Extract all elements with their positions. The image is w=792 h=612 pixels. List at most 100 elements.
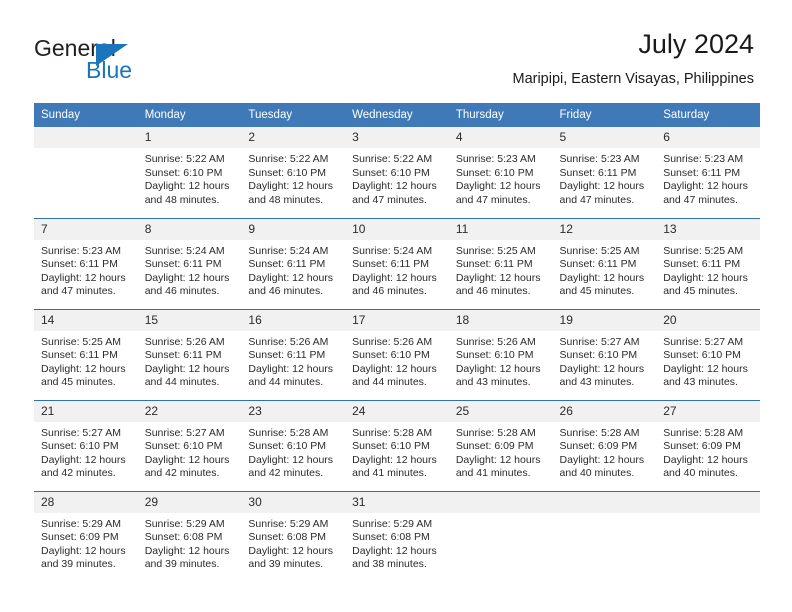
- calendar-day-cell[interactable]: 16 Sunrise: 5:26 AM Sunset: 6:11 PM Dayligh…: [241, 308, 346, 400]
- calendar-day-cell[interactable]: 10 Sunrise: 5:24 AM Sunset: 6:11 PM Dayligh…: [345, 217, 449, 309]
- calendar-day-cell[interactable]: 23 Sunrise: 5:28 AM Sunset: 6:10 PM Dayligh…: [241, 399, 346, 491]
- daylight-text-cont: and 42 minutes.: [41, 467, 116, 480]
- daylight-text-cont: and 44 minutes.: [144, 376, 220, 389]
- day-sun-info: Sunrise: 5:28 AM Sunset: 6:09 PM Daylight:…: [449, 422, 553, 481]
- sunset-text: Sunset: 6:10 PM: [352, 349, 430, 362]
- title-block: July 2024 Maripipi, Eastern Visayas, Phi…: [512, 28, 754, 89]
- sunset-text: Sunset: 6:10 PM: [455, 166, 534, 179]
- daylight-text: Daylight: 12 hours: [41, 362, 126, 375]
- day-sun-info: Sunrise: 5:29 AM Sunset: 6:08 PM Daylight:…: [345, 513, 449, 572]
- calendar-day-cell[interactable]: 24 Sunrise: 5:28 AM Sunset: 6:10 PM Dayligh…: [345, 399, 449, 491]
- calendar-day-cell[interactable]: 27 Sunrise: 5:28 AM Sunset: 6:09 PM Dayligh…: [656, 399, 760, 491]
- sunset-text: Sunset: 6:09 PM: [663, 440, 741, 453]
- sunrise-text: Sunrise: 5:26 AM: [144, 335, 225, 348]
- day-number: [552, 491, 657, 513]
- sunset-text: Sunset: 6:10 PM: [455, 349, 534, 362]
- calendar-day-cell-empty: [656, 490, 760, 582]
- calendar-day-cell[interactable]: 15 Sunrise: 5:26 AM Sunset: 6:11 PM Dayligh…: [137, 308, 242, 400]
- weekday-header-tuesday: Tuesday: [241, 103, 346, 127]
- calendar-day-cell[interactable]: 2 Sunrise: 5:22 AM Sunset: 6:10 PM Daylight…: [241, 127, 346, 218]
- calendar-day-cell[interactable]: 26 Sunrise: 5:28 AM Sunset: 6:09 PM Dayligh…: [552, 399, 657, 491]
- calendar-day-cell[interactable]: 22 Sunrise: 5:27 AM Sunset: 6:10 PM Dayligh…: [137, 399, 242, 491]
- calendar-day-cell[interactable]: 7 Sunrise: 5:23 AM Sunset: 6:11 PM Daylight…: [34, 217, 138, 309]
- sunrise-text: Sunrise: 5:25 AM: [41, 335, 121, 348]
- logo-text-blue: Blue: [86, 57, 133, 83]
- calendar-day-cell-empty: [448, 490, 553, 582]
- calendar-day-cell[interactable]: 4 Sunrise: 5:23 AM Sunset: 6:10 PM Daylight…: [448, 127, 553, 218]
- calendar-day-cell[interactable]: 13 Sunrise: 5:25 AM Sunset: 6:11 PM Dayligh…: [656, 217, 760, 309]
- sunset-text: Sunset: 6:10 PM: [248, 440, 327, 453]
- day-number: 6: [656, 127, 760, 148]
- daylight-text-cont: and 44 minutes.: [248, 376, 324, 389]
- weekday-header-sunday: Sunday: [34, 103, 138, 127]
- calendar-week-row: 14 Sunrise: 5:25 AM Sunset: 6:11 PM Dayligh…: [34, 308, 760, 400]
- daylight-text: Daylight: 12 hours: [559, 362, 645, 375]
- calendar-day-cell[interactable]: 19 Sunrise: 5:27 AM Sunset: 6:10 PM Dayligh…: [552, 308, 657, 400]
- day-sun-info: Sunrise: 5:23 AM Sunset: 6:10 PM Daylight:…: [449, 148, 553, 207]
- sunset-text: Sunset: 6:11 PM: [352, 258, 429, 271]
- day-number: 7: [34, 218, 138, 240]
- daylight-text-cont: and 40 minutes.: [559, 467, 635, 480]
- day-number: 30: [241, 491, 346, 513]
- day-number: 27: [656, 400, 760, 422]
- sunrise-text: Sunrise: 5:28 AM: [248, 426, 329, 439]
- daylight-text: Daylight: 12 hours: [248, 180, 334, 193]
- calendar-day-cell[interactable]: 9 Sunrise: 5:24 AM Sunset: 6:11 PM Daylight…: [241, 217, 346, 309]
- calendar-day-cell[interactable]: 1 Sunrise: 5:22 AM Sunset: 6:10 PM Daylight…: [137, 127, 242, 218]
- calendar-day-cell[interactable]: 21 Sunrise: 5:27 AM Sunset: 6:10 PM Dayligh…: [34, 399, 138, 491]
- sunset-text: Sunset: 6:10 PM: [663, 349, 741, 362]
- sunrise-text: Sunrise: 5:27 AM: [41, 426, 121, 439]
- daylight-text-cont: and 47 minutes.: [455, 193, 531, 206]
- calendar-day-cell[interactable]: 12 Sunrise: 5:25 AM Sunset: 6:11 PM Dayligh…: [552, 217, 657, 309]
- calendar-day-cell[interactable]: 14 Sunrise: 5:25 AM Sunset: 6:11 PM Dayligh…: [34, 308, 138, 400]
- calendar-day-cell[interactable]: 3 Sunrise: 5:22 AM Sunset: 6:10 PM Daylight…: [345, 127, 449, 218]
- calendar-day-cell[interactable]: 20 Sunrise: 5:27 AM Sunset: 6:10 PM Dayligh…: [656, 308, 760, 400]
- daylight-text: Daylight: 12 hours: [559, 180, 645, 193]
- day-sun-info: Sunrise: 5:24 AM Sunset: 6:11 PM Daylight:…: [138, 240, 242, 299]
- sunset-text: Sunset: 6:11 PM: [144, 349, 222, 362]
- calendar-day-cell[interactable]: 31 Sunrise: 5:29 AM Sunset: 6:08 PM Dayligh…: [345, 490, 449, 582]
- calendar-day-cell[interactable]: 11 Sunrise: 5:25 AM Sunset: 6:11 PM Dayligh…: [448, 217, 553, 309]
- calendar-day-cell[interactable]: 18 Sunrise: 5:26 AM Sunset: 6:10 PM Dayligh…: [448, 308, 553, 400]
- daylight-text-cont: and 43 minutes.: [559, 376, 635, 389]
- calendar-day-cell[interactable]: 5 Sunrise: 5:23 AM Sunset: 6:11 PM Daylight…: [552, 127, 657, 218]
- daylight-text: Daylight: 12 hours: [144, 544, 230, 557]
- day-number: 3: [345, 127, 449, 148]
- calendar-day-cell[interactable]: 6 Sunrise: 5:23 AM Sunset: 6:11 PM Daylight…: [656, 127, 760, 218]
- daylight-text: Daylight: 12 hours: [352, 453, 437, 466]
- calendar-day-cell[interactable]: 30 Sunrise: 5:29 AM Sunset: 6:08 PM Dayligh…: [241, 490, 346, 582]
- day-number: [34, 127, 138, 148]
- daylight-text-cont: and 46 minutes.: [144, 285, 220, 298]
- sunset-text: Sunset: 6:09 PM: [559, 440, 638, 453]
- day-number: 18: [448, 309, 553, 331]
- daylight-text-cont: and 43 minutes.: [455, 376, 531, 389]
- day-sun-info: Sunrise: 5:29 AM Sunset: 6:09 PM Daylight:…: [34, 513, 138, 572]
- day-sun-info: Sunrise: 5:27 AM Sunset: 6:10 PM Daylight:…: [34, 422, 138, 481]
- weekday-header-saturday: Saturday: [656, 103, 760, 127]
- calendar-day-cell[interactable]: 8 Sunrise: 5:24 AM Sunset: 6:11 PM Daylight…: [137, 217, 242, 309]
- sunset-text: Sunset: 6:10 PM: [352, 166, 430, 179]
- calendar-day-cell[interactable]: 28 Sunrise: 5:29 AM Sunset: 6:09 PM Dayligh…: [34, 490, 138, 582]
- daylight-text-cont: and 45 minutes.: [559, 285, 635, 298]
- weekday-header-friday: Friday: [552, 103, 657, 127]
- day-sun-info: Sunrise: 5:27 AM Sunset: 6:10 PM Daylight:…: [553, 331, 657, 390]
- sunset-text: Sunset: 6:11 PM: [559, 166, 637, 179]
- calendar-day-cell[interactable]: 29 Sunrise: 5:29 AM Sunset: 6:08 PM Dayligh…: [137, 490, 242, 582]
- calendar-day-cell[interactable]: 17 Sunrise: 5:26 AM Sunset: 6:10 PM Dayligh…: [345, 308, 449, 400]
- sunrise-text: Sunrise: 5:26 AM: [455, 335, 536, 348]
- day-sun-info: Sunrise: 5:28 AM Sunset: 6:09 PM Daylight:…: [553, 422, 657, 481]
- sunset-text: Sunset: 6:11 PM: [248, 349, 326, 362]
- daylight-text-cont: and 39 minutes.: [248, 558, 324, 571]
- daylight-text-cont: and 47 minutes.: [663, 193, 738, 206]
- general-blue-logo[interactable]: General Blue: [34, 36, 234, 88]
- calendar-week-row: 7 Sunrise: 5:23 AM Sunset: 6:11 PM Daylight…: [34, 217, 760, 309]
- day-number: 8: [137, 218, 242, 240]
- daylight-text-cont: and 48 minutes.: [248, 193, 324, 206]
- sunrise-text: Sunrise: 5:29 AM: [248, 517, 329, 530]
- sunset-text: Sunset: 6:10 PM: [352, 440, 430, 453]
- sunrise-text: Sunrise: 5:29 AM: [352, 517, 433, 530]
- daylight-text-cont: and 40 minutes.: [663, 467, 738, 480]
- calendar-day-cell[interactable]: 25 Sunrise: 5:28 AM Sunset: 6:09 PM Dayligh…: [448, 399, 553, 491]
- daylight-text: Daylight: 12 hours: [455, 271, 541, 284]
- weekday-header-thursday: Thursday: [448, 103, 553, 127]
